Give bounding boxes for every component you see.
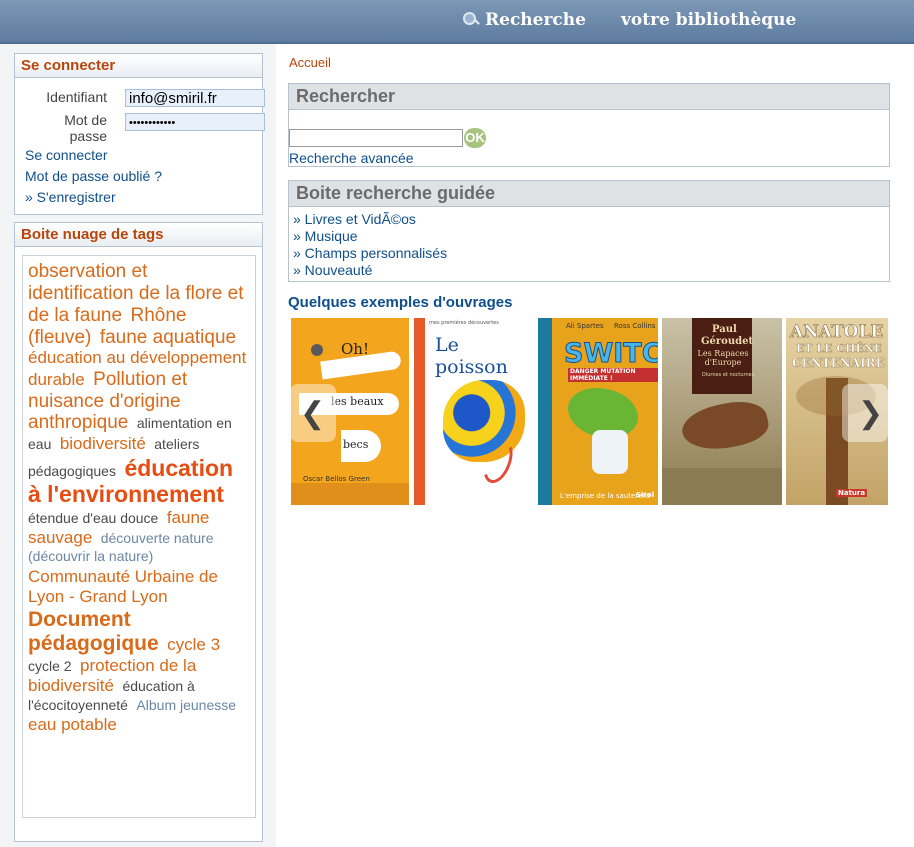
ground-area — [662, 468, 782, 505]
chevron-left-icon: ❮ — [300, 397, 326, 430]
password-field[interactable]: •••••••••••• — [125, 113, 265, 131]
book5-line2: ET LE CHÊNE — [796, 342, 883, 355]
book-cover-rapaces[interactable]: Paul Géroudet Les Rapaces d'Europe Diurn… — [662, 318, 782, 505]
book4-title: Les Rapaces d'Europe — [697, 349, 749, 367]
password-label-line1: Mot de — [64, 112, 107, 128]
book-cover-le-poisson[interactable]: mes premières découvertes Le poisson — [414, 318, 534, 505]
guided-link-books-videos[interactable]: » Livres et VidÃ©os — [293, 211, 416, 227]
guided-link-custom-fields[interactable]: » Champs personnalisés — [293, 245, 447, 261]
book3-author2: Ross Collins — [614, 322, 656, 330]
beak-shape — [320, 350, 402, 380]
identifiant-field[interactable]: info@smiril.fr — [125, 89, 265, 107]
nav-search-label[interactable]: Recherche — [485, 10, 586, 30]
tag-link[interactable]: faune aquatique — [100, 327, 236, 348]
book1-line2: les beaux — [331, 395, 384, 408]
book4-author-first: Paul — [712, 324, 737, 335]
tag-link[interactable]: eau potable — [28, 715, 117, 734]
tag-link[interactable]: Communauté Urbaine de Lyon - Grand Lyon — [28, 567, 218, 606]
identifiant-label: Identifiant — [46, 89, 107, 105]
password-label-line2: passe — [69, 128, 107, 144]
book2-title: Le poisson — [435, 334, 508, 378]
book4-author-last: Géroudet — [701, 336, 754, 347]
book5-line1: ANATOLE — [790, 322, 884, 343]
login-box-title: Se connecter — [15, 54, 262, 78]
register-link[interactable]: » S'enregistrer — [25, 189, 116, 205]
book5-publisher: Natura — [836, 489, 868, 497]
book5-line3: CENTENAIRE — [792, 356, 885, 370]
character-image — [592, 430, 628, 474]
chevron-right-icon: ❯ — [858, 397, 884, 430]
tag-link[interactable]: Document pédagogique — [28, 608, 159, 655]
cover-band — [291, 483, 409, 505]
book4-subtitle: Diurnes et nocturnes — [702, 372, 755, 378]
tag-link[interactable]: Album jeunesse — [136, 697, 236, 713]
tag-link[interactable]: étendue d'eau douce — [28, 510, 158, 526]
book-cover-switch[interactable]: Ali Spartes Ross Collins SWITCH DANGER M… — [538, 318, 658, 505]
tag-cloud: observation et identification de la flor… — [22, 255, 256, 818]
top-navigation-bar: Recherche votre bibliothèque — [0, 0, 914, 44]
search-input[interactable] — [289, 129, 463, 147]
tag-link[interactable]: cycle 3 — [167, 635, 220, 654]
carousel-prev-button[interactable]: ❮ — [290, 384, 336, 442]
carousel-next-button[interactable]: ❯ — [842, 384, 888, 442]
password-label: Mot de passe — [45, 112, 107, 144]
login-link[interactable]: Se connecter — [25, 147, 108, 163]
guided-link-music[interactable]: » Musique — [293, 228, 358, 244]
tag-link[interactable]: cycle 2 — [28, 658, 72, 674]
book1-line3: becs — [343, 438, 369, 451]
book1-author: Oscar Bellos Green — [303, 475, 370, 483]
bird-eye — [311, 344, 323, 356]
tag-cloud-title: Boite nuage de tags — [15, 223, 262, 247]
search-icon — [462, 11, 480, 29]
search-panel: Rechercher OK Recherche avancée — [288, 83, 890, 167]
advanced-search-link[interactable]: Recherche avancée — [289, 150, 414, 166]
guided-link-new[interactable]: » Nouveauté — [293, 262, 372, 278]
nav-library[interactable]: votre bibliothèque — [621, 10, 796, 30]
book3-publisher: Sirol — [636, 491, 655, 499]
book2-series: mes premières découvertes — [429, 320, 499, 326]
examples-title: Quelques exemples d'ouvrages — [288, 294, 513, 311]
search-panel-title: Rechercher — [289, 84, 889, 110]
bird-of-prey-image — [678, 395, 772, 457]
book3-author1: Ali Spartes — [566, 322, 604, 330]
forgot-password-link[interactable]: Mot de passe oublié ? — [25, 168, 162, 184]
guided-search-panel: Boite recherche guidée » Livres et VidÃ©… — [288, 180, 890, 282]
breadcrumb[interactable]: Accueil — [289, 55, 331, 70]
book-spine — [538, 318, 552, 505]
book3-title: SWITCH — [563, 338, 658, 370]
nav-search[interactable]: Recherche — [462, 10, 586, 30]
search-ok-button[interactable]: OK — [464, 128, 486, 148]
book3-subtitle: DANGER MUTATION IMMÉDIATE ! — [568, 368, 658, 382]
guided-search-title: Boite recherche guidée — [289, 181, 889, 207]
tag-cloud-box: Boite nuage de tags observation et ident… — [14, 222, 263, 842]
login-box: Se connecter Identifiant info@smiril.fr … — [14, 53, 265, 215]
tag-link[interactable]: biodiversité — [60, 434, 146, 453]
